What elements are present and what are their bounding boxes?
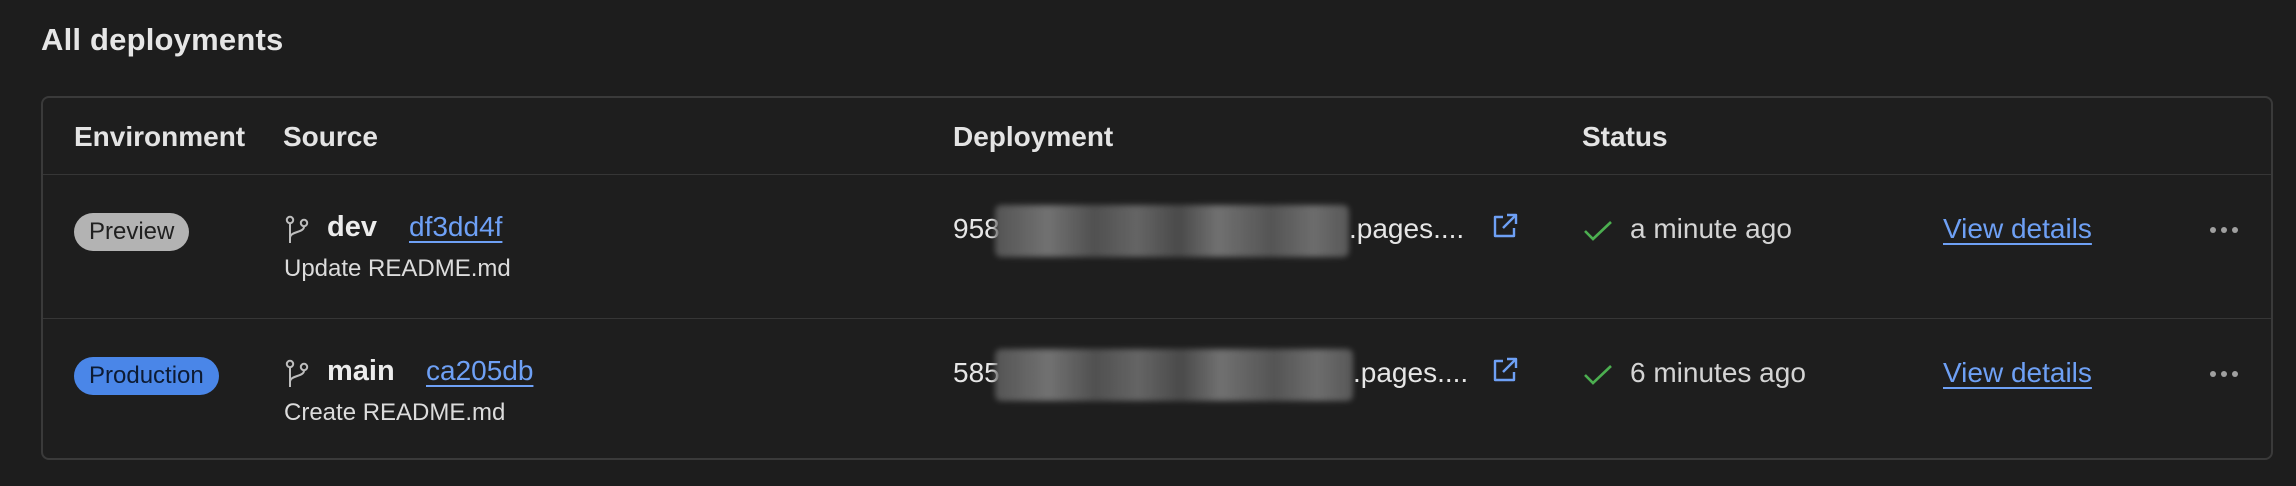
branch-icon — [285, 359, 309, 387]
environment-badge: Preview — [74, 213, 190, 251]
table-row: Preview dev df3dd4f Update README.md 958… — [43, 175, 2271, 319]
deployment-url-suffix[interactable]: .pages.... — [1349, 213, 1464, 245]
external-link-icon[interactable] — [1490, 211, 1520, 241]
commit-link[interactable]: df3dd4f — [409, 211, 502, 243]
redacted-url — [995, 349, 1353, 401]
deployments-table: Environment Source Deployment Status Pre… — [41, 96, 2273, 460]
branch-icon — [285, 215, 309, 243]
table-header: Environment Source Deployment Status — [43, 98, 2271, 175]
header-deployment: Deployment — [953, 121, 1114, 152]
branch-name: dev — [327, 211, 377, 243]
commit-link[interactable]: ca205db — [426, 355, 533, 387]
deployment-url-prefix: 958 — [953, 213, 1000, 244]
external-link-icon[interactable] — [1490, 355, 1520, 385]
check-icon — [1584, 221, 1612, 241]
more-options-icon[interactable] — [2209, 369, 2239, 379]
table-row: Production main ca205db Create README.md… — [43, 319, 2271, 462]
redacted-url — [995, 205, 1349, 257]
branch-name: main — [327, 355, 395, 387]
status-text: 6 minutes ago — [1630, 357, 1806, 388]
commit-message: Update README.md — [284, 255, 511, 282]
check-icon — [1584, 365, 1612, 385]
view-details-link[interactable]: View details — [1943, 213, 2092, 245]
page-title: All deployments — [41, 22, 284, 57]
commit-message: Create README.md — [284, 399, 506, 426]
deployment-url-prefix: 585 — [953, 357, 1000, 388]
deployment-url-suffix[interactable]: .pages.... — [1353, 357, 1468, 389]
view-details-link[interactable]: View details — [1943, 357, 2092, 389]
status-text: a minute ago — [1630, 213, 1792, 244]
header-source: Source — [283, 121, 378, 152]
header-status: Status — [1582, 121, 1668, 152]
more-options-icon[interactable] — [2209, 225, 2239, 235]
header-environment: Environment — [74, 121, 246, 152]
environment-badge: Production — [74, 357, 219, 395]
